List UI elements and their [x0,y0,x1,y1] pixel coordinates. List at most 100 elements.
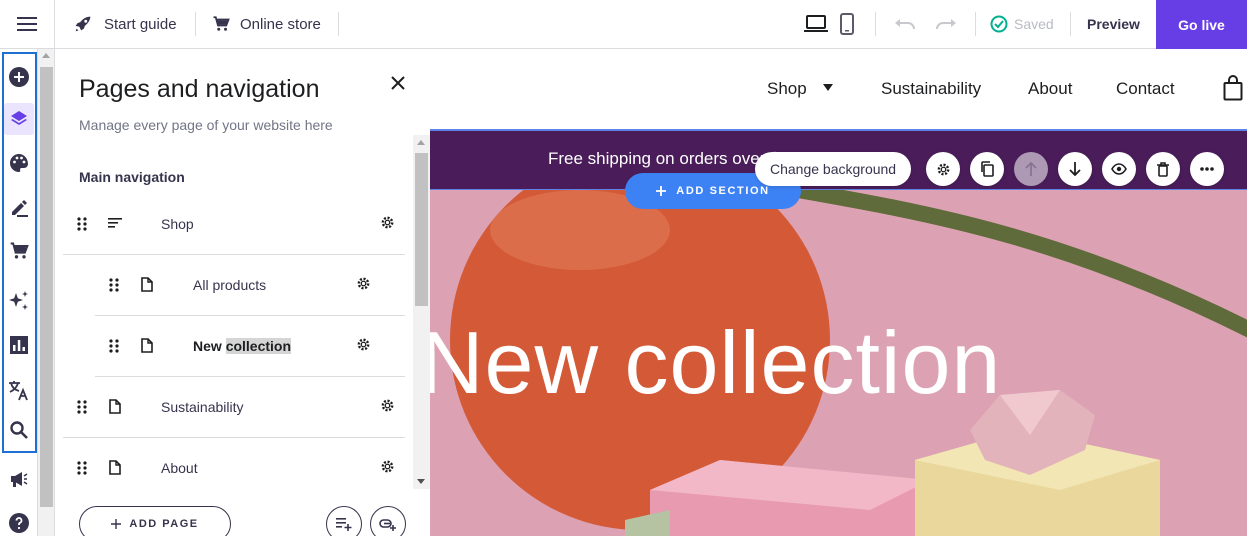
drag-handle-icon[interactable] [109,278,119,292]
online-store-button[interactable]: Online store [212,0,321,48]
start-guide-button[interactable]: Start guide [72,0,177,48]
mobile-view-button[interactable] [838,0,856,48]
move-down-button[interactable] [1058,152,1092,186]
cart-icon [213,16,230,31]
add-dropdown-button[interactable] [326,506,362,536]
drag-handle-icon[interactable] [109,339,119,353]
nav-item-label: About [161,460,198,476]
announcement-visible-text: Free shipping on orders ov [548,149,751,168]
add-link-button[interactable] [370,506,406,536]
desktop-view-button[interactable] [803,0,829,48]
left-rail [0,49,38,536]
page-icon [109,399,121,414]
menu-button[interactable] [0,0,55,48]
nav-item-new-collection[interactable]: New collection [95,317,405,377]
scroll-up-arrow-icon[interactable] [42,53,50,58]
add-elements-button[interactable] [4,61,34,93]
delete-section-button[interactable] [1146,152,1180,186]
scroll-up-arrow-icon[interactable] [417,140,425,145]
site-nav-sustainability[interactable]: Sustainability [881,79,981,99]
undo-button[interactable] [892,0,918,48]
analytics-button[interactable] [4,329,34,361]
nav-item-label: New collection [193,338,292,354]
divider [875,12,876,36]
help-icon [9,513,29,533]
redo-icon [936,19,956,30]
hero-section[interactable]: New collection [430,190,1247,536]
laptop-icon [804,15,828,32]
scroll-down-arrow-icon[interactable] [417,479,425,484]
move-up-button[interactable] [1014,152,1048,186]
arrow-down-icon [1069,162,1081,176]
panel-title: Pages and navigation [79,75,320,103]
drag-handle-icon[interactable] [77,217,87,231]
close-panel-button[interactable] [388,73,408,93]
redo-button[interactable] [933,0,959,48]
nav-item-all-products[interactable]: All products [95,256,405,316]
add-section-label: ADD SECTION [676,185,770,197]
design-button[interactable] [4,147,34,179]
panel-subtitle: Manage every page of your website here [79,117,333,133]
analytics-icon [10,336,28,354]
rail-scrollbar[interactable] [38,49,55,536]
settings-gear-icon[interactable] [380,459,395,474]
main-navigation-heading: Main navigation [79,169,185,185]
drag-handle-icon[interactable] [77,400,87,414]
store-button[interactable] [4,235,34,267]
page-icon [109,460,121,475]
site-nav-contact[interactable]: Contact [1116,79,1175,99]
panel-scrollbar[interactable] [413,135,430,489]
check-circle-icon [990,15,1008,33]
site-nav-about[interactable]: About [1028,79,1072,99]
settings-gear-icon[interactable] [380,398,395,413]
divider [338,12,339,36]
settings-gear-icon[interactable] [356,337,371,352]
sparkle-icon [9,291,28,310]
dropdown-list-icon [108,218,122,228]
nav-item-about[interactable]: About [63,439,405,499]
edit-icon [12,200,28,217]
nav-item-label-part: New [193,338,222,354]
edit-button[interactable] [4,192,34,224]
pages-button[interactable] [4,103,34,135]
drag-handle-icon[interactable] [77,461,87,475]
go-live-button[interactable]: Go live [1156,0,1247,49]
caret-down-icon[interactable] [823,84,833,91]
nav-item-label: Shop [161,216,194,232]
toggle-visibility-button[interactable] [1102,152,1136,186]
add-page-button[interactable]: ADD PAGE [79,506,231,536]
divider [195,12,196,36]
duplicate-section-button[interactable] [970,152,1004,186]
preview-button[interactable]: Preview [1087,0,1140,48]
settings-gear-icon[interactable] [380,215,395,230]
marketing-button[interactable] [4,463,34,495]
site-nav-shop[interactable]: Shop [767,79,807,99]
add-list-icon [336,518,352,531]
divider [975,12,976,36]
change-background-button[interactable]: Change background [755,152,912,186]
add-icon [9,67,29,87]
ai-tools-button[interactable] [4,285,34,317]
section-settings-button[interactable] [926,152,960,186]
saved-status: Saved [990,0,1054,48]
nav-item-sustainability[interactable]: Sustainability [63,378,405,438]
scroll-thumb[interactable] [40,67,53,507]
add-page-label: ADD PAGE [129,518,199,530]
help-button[interactable] [4,507,34,536]
settings-gear-icon[interactable] [356,276,371,291]
hamburger-icon [17,17,37,31]
saved-label: Saved [1014,16,1054,32]
plus-icon [111,519,122,529]
shopping-bag-icon[interactable] [1223,75,1243,101]
undo-icon [895,19,915,30]
scroll-thumb[interactable] [415,153,428,306]
palette-icon [10,154,28,172]
cart-icon [10,242,29,259]
nav-item-shop[interactable]: Shop [63,195,405,255]
more-options-button[interactable] [1190,152,1224,186]
site-header: Shop Sustainability About Contact [430,49,1247,129]
translate-button[interactable] [4,374,34,406]
link-icon [379,519,396,531]
search-button[interactable] [4,414,34,446]
plus-icon [656,186,667,196]
